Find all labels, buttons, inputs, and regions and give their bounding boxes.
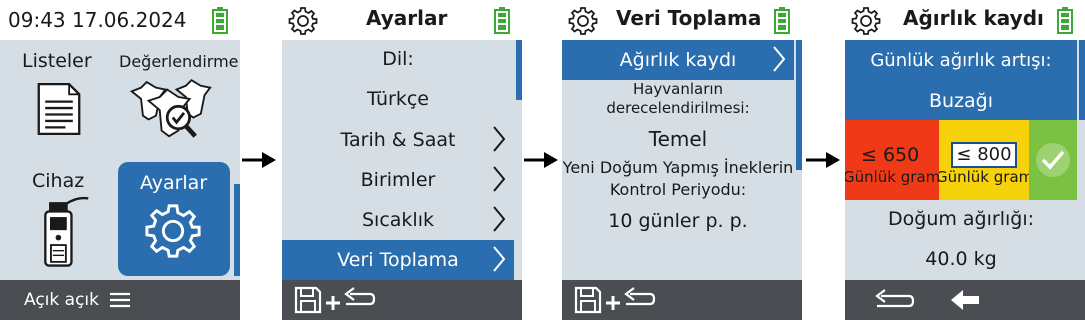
footer-bar [845,280,1085,320]
menu-item-label: Birimler [360,169,436,191]
handheld-device-icon [44,196,89,267]
back-arrow-icon[interactable] [873,288,915,312]
gear-icon [851,7,881,35]
grading-label-line1: Hayvanların [632,80,724,98]
chevron-right-icon [773,46,786,72]
chevron-right-icon [493,126,506,152]
save-icon[interactable] [294,286,322,314]
checkmark-icon [1036,143,1070,177]
footer-bar [562,280,802,320]
control-period-line2: Kontrol Periyodu: [609,180,747,199]
scrollbar[interactable] [1079,40,1085,120]
footer-bar [282,280,522,320]
tile-label: Değerlendirme [119,52,239,71]
gain-title: Günlük ağırlık artışı: [870,50,1052,71]
menu-item-sicaklik[interactable]: Sıcaklık [282,200,514,240]
threshold-red[interactable]: ≤ 650 Günlük gram [845,120,939,200]
scrollbar[interactable] [516,40,522,100]
back-arrow-icon[interactable] [342,286,376,310]
birth-weight-value[interactable]: 40.0 kg [845,248,1077,276]
grading-label-line2: derecelendirilmesi: [606,99,750,117]
menu-item-label: Veri Toplama [337,249,459,271]
control-period-label: Yeni Doğum Yapmış İneklerin Kontrol Peri… [562,157,794,203]
threshold-green[interactable] [1029,120,1077,200]
left-arrow-icon[interactable] [951,290,979,310]
chevron-right-icon [493,206,506,232]
scrollbar[interactable] [234,184,240,276]
battery-icon [774,7,790,34]
tile-label: Cihaz [32,170,85,192]
battery-icon [1057,7,1073,34]
save-icon[interactable] [574,286,602,314]
threshold-yellow[interactable]: ≤ 800 Günlük gram [939,120,1029,200]
flow-arrow-icon [524,152,558,168]
plus-icon [606,296,620,310]
weight-record-screen: Ağırlık kaydı Günlük ağırlık artışı: Buz… [845,0,1085,320]
menu-item-tarih-saat[interactable]: Tarih & Saat [282,120,514,160]
menu-item-birimler[interactable]: Birimler [282,160,514,200]
footer-bar: Açık açık [0,280,240,320]
tile-ayarlar[interactable]: Ayarlar [118,162,230,276]
flow-arrow-icon [242,152,276,168]
gear-icon [145,204,201,258]
clock-date: 09:43 17.06.2024 [8,8,187,32]
tile-label: Ayarlar [140,172,208,194]
tile-listeler[interactable]: Listeler [8,44,116,152]
data-collection-screen: Veri Toplama Ağırlık kaydı Hayvanların d… [562,0,802,320]
page-title: Ağırlık kaydı [903,6,1044,30]
language-label: Dil: [382,48,414,70]
tile-degerlendirme[interactable]: Değerlendirme [118,44,239,152]
tile-cihaz[interactable]: Cihaz [8,162,116,274]
menu-item-veri-toplama[interactable]: Veri Toplama [282,240,514,280]
header-bar: Veri Toplama [562,0,802,40]
menu-item-label: Sıcaklık [362,209,434,231]
birth-weight-label: Doğum ağırlığı: [888,208,1034,230]
animal-type[interactable]: Buzağı [845,90,1077,112]
status-bar: 09:43 17.06.2024 [0,0,240,40]
language-value[interactable]: Türkçe [282,88,514,116]
grading-label: Hayvanların derecelendirilmesi: [562,80,794,120]
menu-item-label: Tarih & Saat [340,129,456,151]
header-bar: Ağırlık kaydı [845,0,1085,40]
threshold-value: ≤ 650 [861,144,920,166]
tile-label: Listeler [22,50,92,72]
document-list-icon [37,83,81,135]
cow-evaluation-icon [129,79,212,138]
gain-panel: Günlük ağırlık artışı: Buzağı [845,40,1077,120]
scrollbar[interactable] [796,40,802,170]
control-period-value[interactable]: 10 günler p. p. [562,206,794,236]
gear-icon [288,7,318,35]
menu-item-label: Ağırlık kaydı [619,49,737,71]
threshold-value: ≤ 800 [951,142,1017,168]
settings-screen: Ayarlar Dil: Türkçe Tarih & Saat Birimle… [282,0,522,320]
gear-icon [568,7,598,35]
grading-value[interactable]: Temel [562,124,794,154]
page-title: Veri Toplama [616,6,762,30]
page-title: Ayarlar [366,6,448,30]
header-bar: Ayarlar [282,0,522,40]
menu-item-agirlik-kaydi[interactable]: Ağırlık kaydı [562,40,794,80]
flow-arrow-icon [806,152,840,168]
control-period-line1: Yeni Doğum Yapmış İneklerin [562,158,794,177]
threshold-unit: Günlük gram [845,168,939,186]
footer-status-text: Açık açık [24,290,99,310]
battery-icon [494,7,510,34]
chevron-right-icon [493,246,506,272]
home-screen: 09:43 17.06.2024 Listeler Değerlendirme [0,0,240,320]
chevron-right-icon [493,166,506,192]
battery-icon [212,7,228,34]
back-arrow-icon[interactable] [622,286,656,310]
hamburger-menu-icon[interactable] [110,292,130,308]
threshold-unit: Günlük gram [939,168,1029,186]
plus-icon [326,296,340,310]
